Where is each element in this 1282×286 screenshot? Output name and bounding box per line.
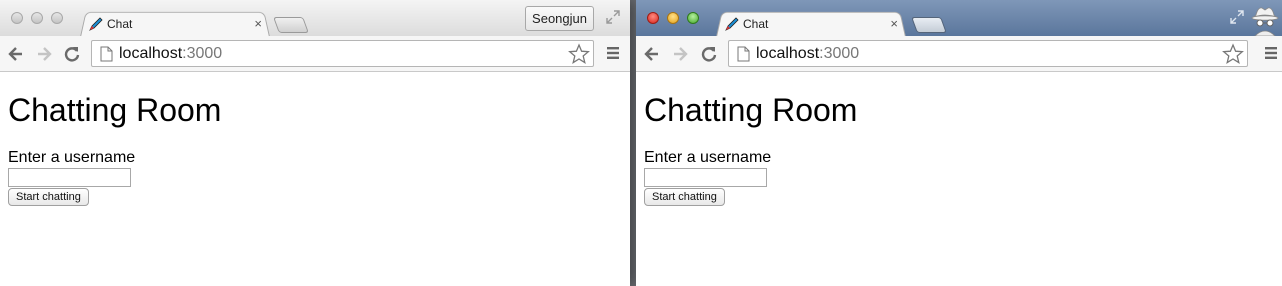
forward-arrow-icon[interactable] [34, 44, 54, 64]
start-chatting-button[interactable]: Start chatting [8, 188, 89, 206]
url-text: localhost:3000 [119, 45, 223, 62]
tab-title: Chat [107, 17, 133, 31]
forward-arrow-icon[interactable] [670, 44, 690, 64]
tab-close-icon[interactable]: × [890, 16, 898, 31]
menu-icon[interactable] [606, 46, 620, 60]
title-bar: Chat × Seongjun [0, 0, 630, 37]
tab-title: Chat [743, 17, 769, 31]
zoom-window-button[interactable] [687, 12, 699, 24]
minimize-window-button[interactable] [31, 12, 43, 24]
window-controls [11, 12, 63, 24]
username-input[interactable] [8, 168, 131, 187]
tab-chat[interactable]: Chat × [88, 13, 268, 35]
url-text: localhost:3000 [756, 45, 860, 62]
reload-icon[interactable] [699, 44, 719, 64]
close-window-button[interactable] [11, 12, 23, 24]
page-title: Chatting Room [8, 92, 222, 128]
reload-icon[interactable] [62, 44, 82, 64]
zoom-window-button[interactable] [51, 12, 63, 24]
browser-window-normal: Chat × Seongjun localhost:3000 Chatting … [0, 0, 630, 286]
address-bar[interactable]: localhost:3000 [728, 40, 1248, 67]
menu-icon[interactable] [1264, 46, 1278, 60]
page-icon [100, 46, 113, 62]
close-window-button[interactable] [647, 12, 659, 24]
fullscreen-icon[interactable] [1230, 10, 1244, 24]
username-label: Enter a username [8, 149, 136, 166]
tab-close-icon[interactable]: × [254, 16, 262, 31]
star-icon[interactable] [1222, 43, 1244, 65]
page-title: Chatting Room [644, 92, 858, 128]
page-icon [737, 46, 750, 62]
favicon-pencil-icon [725, 17, 739, 31]
star-icon[interactable] [568, 43, 590, 65]
username-label: Enter a username [644, 149, 772, 166]
tab-chat[interactable]: Chat × [724, 13, 904, 35]
address-bar[interactable]: localhost:3000 [91, 40, 594, 67]
back-arrow-icon[interactable] [6, 44, 26, 64]
profile-button[interactable]: Seongjun [525, 6, 594, 31]
fullscreen-icon[interactable] [606, 10, 620, 24]
incognito-icon [1251, 7, 1279, 36]
title-bar: Chat × [636, 0, 1282, 37]
favicon-pencil-icon [89, 17, 103, 31]
window-controls [647, 12, 699, 24]
toolbar: localhost:3000 [0, 36, 630, 72]
back-arrow-icon[interactable] [642, 44, 662, 64]
minimize-window-button[interactable] [667, 12, 679, 24]
new-tab-button[interactable] [911, 17, 947, 33]
page-content: Chatting Room Enter a username Start cha… [0, 72, 630, 286]
toolbar: localhost:3000 [636, 36, 1282, 72]
start-chatting-button[interactable]: Start chatting [644, 188, 725, 206]
username-input[interactable] [644, 168, 767, 187]
new-tab-button[interactable] [273, 17, 309, 33]
page-content: Chatting Room Enter a username Start cha… [636, 72, 1282, 286]
browser-window-incognito: Chat × localhost:3000 Chatting Room Ente… [636, 0, 1282, 286]
